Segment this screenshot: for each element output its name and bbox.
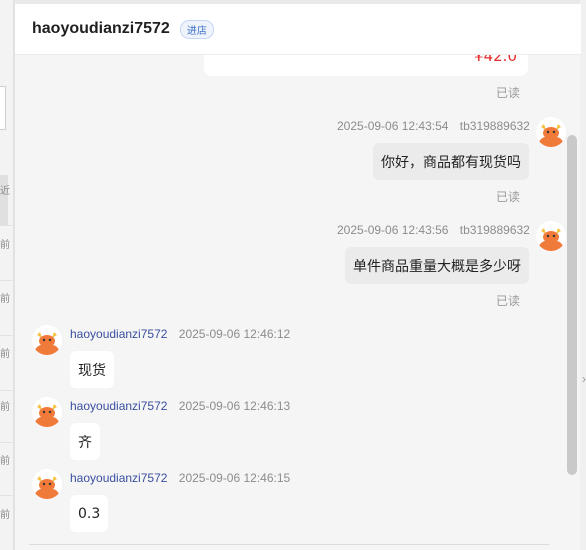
chat-panel: haoyoudianzi7572 进店 ¥42.0 已读 2025-09-06 … [14,4,581,550]
cartoon-avatar-icon[interactable] [536,221,566,251]
input-divider [29,544,549,545]
message-time: 2025-09-06 12:43:56 [337,223,449,237]
background-char: 前 [0,240,10,251]
chat-header: haoyoudianzi7572 进店 [15,4,581,55]
read-status: 已读 [496,294,521,308]
message-time: 2025-09-06 12:46:12 [178,327,291,341]
message-bubble: 齐 [70,423,100,460]
background-char: 近 [0,186,10,197]
background-char: 前 [0,510,10,521]
background-input-box [0,86,6,130]
message-text: 齐 [78,434,92,451]
message-text: 现货 [78,362,106,379]
background-char: 前 [0,456,10,467]
background-list-strip: 近 前 前 前 前 前 前 [0,0,14,550]
background-divider [0,280,14,281]
message-user[interactable]: haoyoudianzi7572 [70,327,167,341]
message-list[interactable]: ¥42.0 已读 2025-09-06 12:43:54 tb319889632… [15,55,581,550]
message-text: 0.3 [78,505,101,522]
message-bubble: 单件商品重量大概是多少呀 [345,247,529,284]
message-bubble: 0.3 [70,495,109,532]
cartoon-avatar-icon[interactable] [32,469,62,499]
product-card[interactable]: ¥42.0 [204,55,528,76]
cartoon-avatar-icon[interactable] [536,117,566,147]
message-time: 2025-09-06 12:43:54 [337,119,449,133]
chevron-right-icon[interactable]: › [582,372,586,386]
message-meta: haoyoudianzi7572 2025-09-06 12:46:13 [70,399,290,413]
message-bubble: 现货 [70,351,114,388]
background-char: 前 [0,349,10,360]
message-user[interactable]: haoyoudianzi7572 [70,471,167,485]
cartoon-avatar-icon[interactable] [32,325,62,355]
message-time: 2025-09-06 12:46:15 [178,471,291,485]
message-text: 单件商品重量大概是多少呀 [353,258,521,275]
product-price: ¥42.0 [474,55,517,65]
enter-shop-button[interactable]: 进店 [179,19,214,39]
scrollbar-thumb[interactable] [567,135,577,475]
message-bubble: 你好，商品都有现货吗 [373,143,529,180]
message-meta: 2025-09-06 12:43:54 tb319889632 [337,119,530,133]
background-divider [0,335,14,336]
message-user[interactable]: haoyoudianzi7572 [70,399,167,413]
shop-name: haoyoudianzi7572 [32,20,170,37]
read-status: 已读 [496,190,521,204]
background-divider [0,225,14,226]
message-time: 2025-09-06 12:46:13 [178,399,291,413]
message-meta: haoyoudianzi7572 2025-09-06 12:46:15 [70,471,290,485]
background-divider [0,495,14,496]
background-divider [0,390,14,391]
message-user: tb319889632 [459,119,530,133]
read-status: 已读 [496,86,521,100]
background-char: 前 [0,402,10,413]
message-user: tb319889632 [459,223,530,237]
message-meta: 2025-09-06 12:43:56 tb319889632 [337,223,530,237]
background-divider [0,442,14,443]
background-char: 前 [0,294,10,305]
cartoon-avatar-icon[interactable] [32,397,62,427]
message-text: 你好，商品都有现货吗 [381,154,521,171]
message-meta: haoyoudianzi7572 2025-09-06 12:46:12 [70,327,290,341]
